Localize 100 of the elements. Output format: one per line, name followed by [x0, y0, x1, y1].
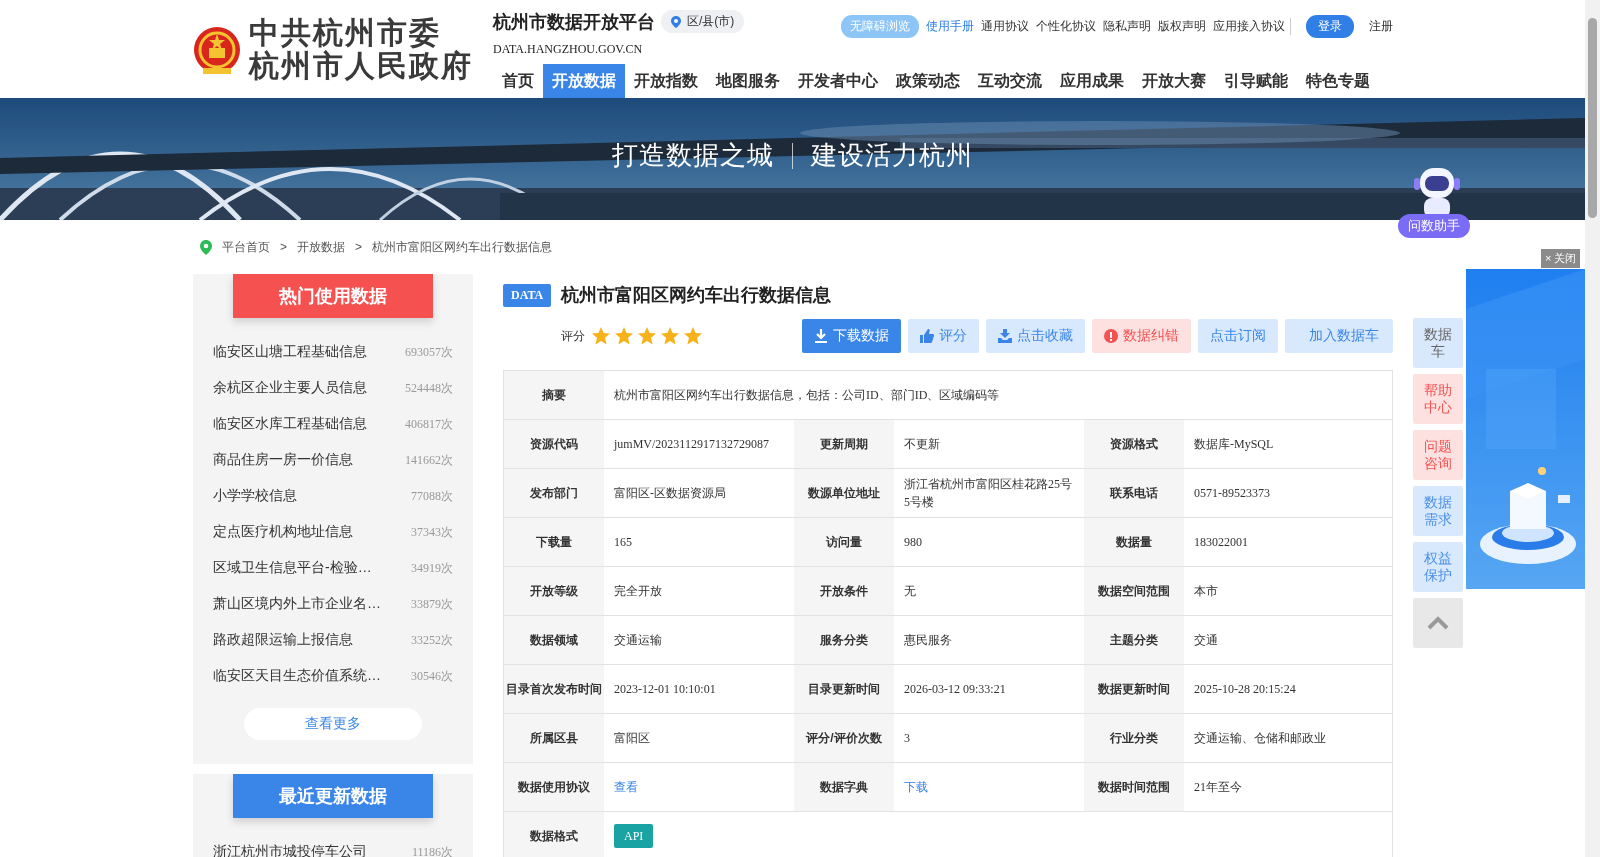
field-label: 所属区县	[504, 714, 604, 763]
nav-tab[interactable]: 开放数据	[543, 64, 625, 98]
region-select[interactable]: 区/县(市)	[661, 10, 745, 33]
usage-count: 141662次	[405, 451, 453, 469]
field-label: 主题分类	[1084, 616, 1184, 665]
view-more-button[interactable]: 查看更多	[244, 708, 422, 740]
star-icon	[591, 326, 611, 346]
dataset-link[interactable]: 商品住房一房一价信息	[213, 451, 353, 469]
field-value: 交通运输	[614, 632, 662, 649]
field-label: 服务分类	[794, 616, 894, 665]
field-value: 183022001	[1194, 534, 1248, 551]
usage-count: 30546次	[411, 667, 453, 685]
field-label: 数据空间范围	[1084, 567, 1184, 616]
star-icon	[683, 326, 703, 346]
nav-tab[interactable]: 政策动态	[887, 64, 969, 98]
field-value: 165	[614, 534, 632, 551]
nav-tab[interactable]: 开发者中心	[789, 64, 887, 98]
field-label: 目录首次发布时间	[504, 665, 604, 714]
header-link[interactable]: 使用手册	[926, 18, 974, 35]
banner-slogan: 打造数据之城	[612, 139, 774, 172]
dataset-link[interactable]: 临安区天目生态价值系统…	[213, 667, 381, 685]
header-link[interactable]: 注册	[1369, 18, 1393, 35]
field-value: 不更新	[904, 436, 940, 453]
field-label: 发布部门	[504, 469, 604, 518]
nav-tab[interactable]: 首页	[493, 64, 543, 98]
field-value: 杭州市富阳区网约车出行数据信息，包括：公司ID、部门ID、区域编码等	[614, 387, 1000, 404]
field-label: 目录更新时间	[794, 665, 894, 714]
field-value: 交通	[1194, 632, 1218, 649]
field-link[interactable]: 查看	[614, 778, 638, 796]
nav-tab[interactable]: 特色专题	[1297, 64, 1379, 98]
scrollbar[interactable]	[1585, 0, 1600, 857]
breadcrumb-link[interactable]: 平台首页	[222, 238, 270, 256]
header-link[interactable]: 应用接入协议	[1213, 18, 1291, 35]
panel-title: 热门使用数据	[233, 274, 433, 318]
field-value: 数据库-MySQL	[1194, 436, 1274, 453]
dataset-link[interactable]: 区域卫生信息平台-检验…	[213, 559, 372, 577]
field-label: 摘要	[504, 371, 604, 420]
assistant-button[interactable]: 问数助手	[1398, 214, 1470, 238]
field-value: 0571-89523373	[1194, 485, 1270, 502]
breadcrumb-separator: >	[355, 240, 363, 254]
nav-tab[interactable]: 地图服务	[707, 64, 789, 98]
field-label: 行业分类	[1084, 714, 1184, 763]
field-label: 数据领域	[504, 616, 604, 665]
field-label: 访问量	[794, 518, 894, 567]
field-label: 数据量	[1084, 518, 1184, 567]
nav-tab[interactable]: 开放大赛	[1133, 64, 1215, 98]
data-badge: DATA	[503, 283, 552, 307]
dataset-link[interactable]: 临安区山塘工程基础信息	[213, 343, 367, 361]
usage-count: 77088次	[411, 487, 453, 505]
field-label: 数据时间范围	[1084, 763, 1184, 812]
field-label: 开放等级	[504, 567, 604, 616]
field-value: 3	[904, 730, 910, 747]
header-link[interactable]: 个性化协议	[1036, 18, 1096, 35]
exclamation-icon	[1104, 329, 1118, 343]
field-label: 资源代码	[504, 420, 604, 469]
field-label: 数据使用协议	[504, 763, 604, 812]
field-label: 数据更新时间	[1084, 665, 1184, 714]
star-icon	[614, 326, 634, 346]
side-tool-button[interactable]: 数据车	[1413, 318, 1463, 368]
usage-count: 33879次	[411, 595, 453, 613]
usage-count: 693057次	[405, 343, 453, 361]
field-link[interactable]: 下载	[904, 778, 928, 796]
header-link[interactable]: 版权声明	[1158, 18, 1206, 35]
field-value: 富阳区-区数据资源局	[614, 485, 726, 502]
usage-count: 524448次	[405, 379, 453, 397]
location-pin-icon	[200, 239, 212, 255]
nav-tab[interactable]: 互动交流	[969, 64, 1051, 98]
dataset-link[interactable]: 路政超限运输上报信息	[213, 631, 353, 649]
field-label: 评分/评价次数	[794, 714, 894, 763]
field-label: 数据字典	[794, 763, 894, 812]
dataset-link[interactable]: 定点医疗机构地址信息	[213, 523, 353, 541]
dataset-link[interactable]: 临安区水库工程基础信息	[213, 415, 367, 433]
dataset-link[interactable]: 萧山区境内外上市企业名…	[213, 595, 381, 613]
action-button[interactable]: 下载数据	[802, 319, 901, 353]
chevron-up-icon	[1427, 616, 1449, 630]
nav-tab[interactable]: 应用成果	[1051, 64, 1133, 98]
field-label: 开放条件	[794, 567, 894, 616]
breadcrumb-separator: >	[280, 240, 287, 254]
field-label: 联系电话	[1084, 469, 1184, 518]
star-icon	[637, 326, 657, 346]
login-button[interactable]: 登录	[1306, 15, 1354, 38]
nav-tab[interactable]: 开放指数	[625, 64, 707, 98]
org-name: 中共杭州市委	[249, 16, 441, 49]
nav-tab[interactable]: 引导赋能	[1215, 64, 1297, 98]
field-value: 富阳区	[614, 730, 650, 747]
breadcrumb-link[interactable]: 开放数据	[297, 238, 345, 256]
usage-count: 11186次	[411, 843, 453, 857]
field-value: jumMV/2023112917132729087	[614, 436, 769, 453]
field-label: 更新周期	[794, 420, 894, 469]
header-link[interactable]: 通用协议	[981, 18, 1029, 35]
usage-count: 406817次	[405, 415, 453, 433]
field-value: 2023-12-01 10:10:01	[614, 681, 716, 698]
back-to-top-button[interactable]	[1413, 598, 1463, 648]
breadcrumb-link[interactable]: 杭州市富阳区网约车出行数据信息	[372, 238, 553, 256]
field-label: 下载量	[504, 518, 604, 567]
header-link[interactable]: 隐私声明	[1103, 18, 1151, 35]
dataset-link[interactable]: 小学学校信息	[213, 487, 297, 505]
dataset-link[interactable]: 余杭区企业主要人员信息	[213, 379, 367, 397]
field-value: 2026-03-12 09:33:21	[904, 681, 1006, 698]
field-value: 无	[904, 583, 916, 600]
